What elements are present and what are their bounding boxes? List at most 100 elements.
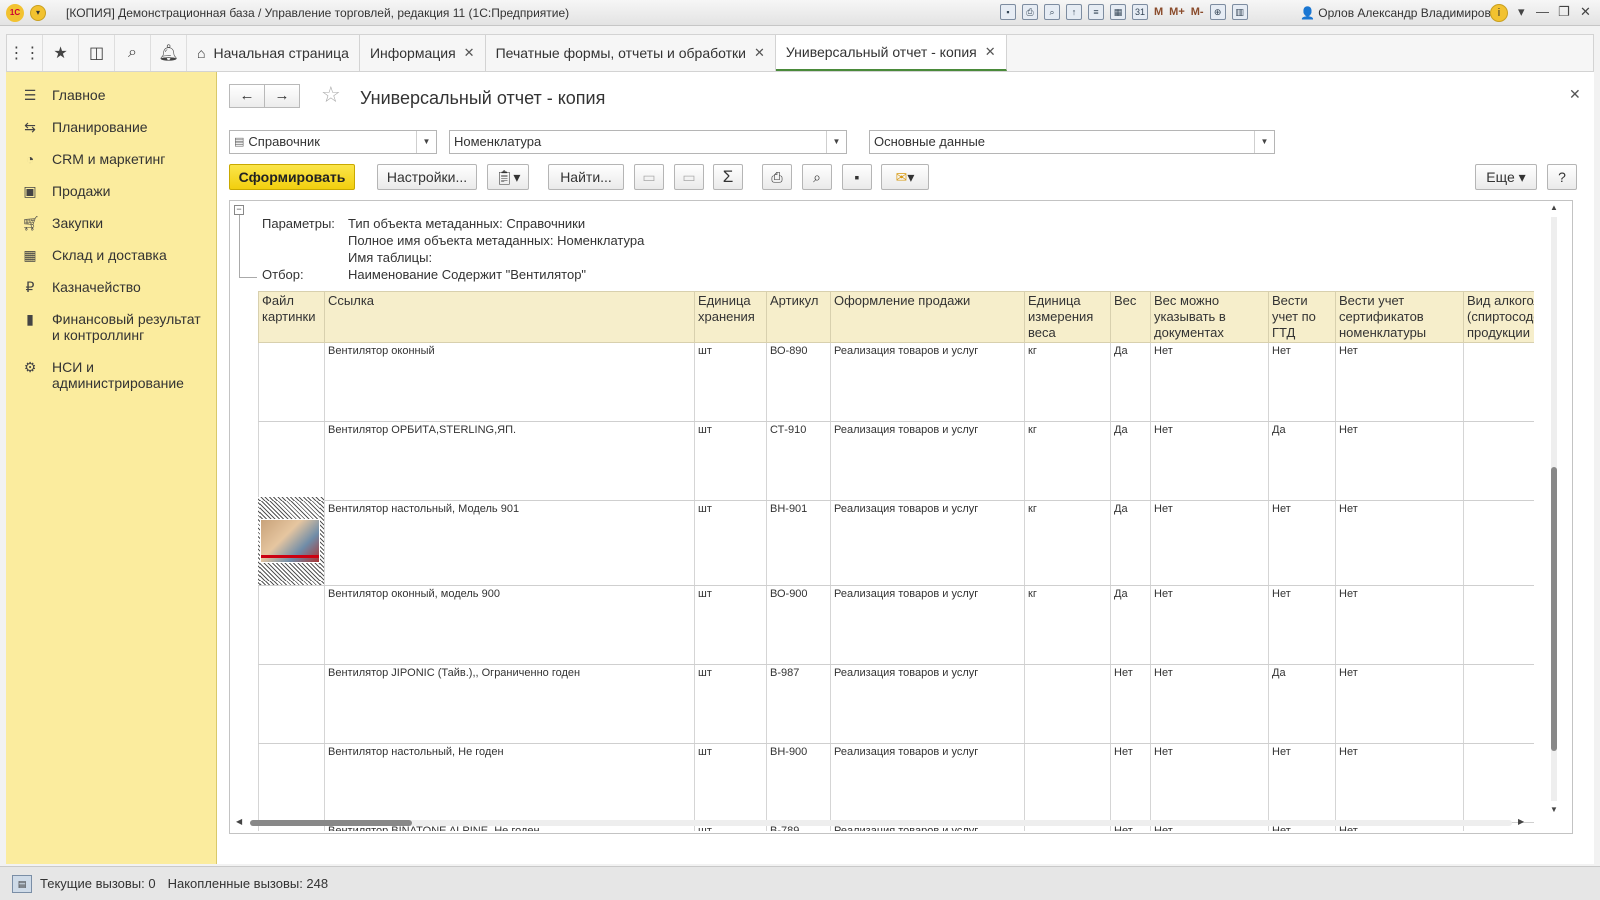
current-user[interactable]: 👤 Орлов Александр Владимирович [1300,6,1504,20]
cert-cell[interactable]: Нет [1335,342,1464,422]
sidebar-item-planning[interactable]: ⇆ Планирование [6,112,216,142]
weight-unit-cell[interactable] [1024,664,1111,744]
scroll-thumb[interactable] [250,820,412,826]
chevron-down-icon[interactable]: ▼ [1254,131,1274,153]
unit-cell[interactable]: шт [694,342,767,422]
expand-groups-icon[interactable]: ▭ [674,164,704,190]
print-icon[interactable]: ⎙ [762,164,792,190]
weight-unit-cell[interactable]: кг [1024,421,1111,501]
calculator-icon[interactable]: ▦ [1110,4,1126,20]
forward-button[interactable]: → [264,84,300,108]
weight-doc-cell[interactable]: Нет [1150,342,1269,422]
settings-button[interactable]: Настройки... [377,164,477,190]
weight-doc-cell[interactable]: Нет [1150,664,1269,744]
variants-button[interactable]: 📋︎▾ [487,164,529,190]
sidebar-item-sales[interactable]: ▣ Продажи [6,176,216,206]
notifications-bell-icon[interactable]: 🔔︎ [151,35,187,71]
maximize-button[interactable]: ❐ [1558,4,1570,20]
attach-icon[interactable]: ≡ [1088,4,1104,20]
collapse-toggle-icon[interactable]: − [234,205,244,215]
scroll-thumb[interactable] [1551,467,1557,751]
ref-cell[interactable]: Вентилятор настольный, Модель 901 [324,500,695,586]
image-cell[interactable] [258,342,325,422]
sidebar-item-finance[interactable]: ▮ Финансовый результат и контроллинг [6,304,216,350]
zoom-icon[interactable]: ⊕ [1209,4,1226,20]
alc-cell[interactable] [1463,743,1534,823]
weight-doc-cell[interactable]: Нет [1150,500,1269,586]
scroll-down-icon[interactable]: ▼ [1550,805,1558,814]
1c-logo-icon[interactable]: 1С [6,3,24,22]
ref-cell[interactable]: Вентилятор ОРБИТА,STERLING,ЯП. [324,421,695,501]
weight-unit-cell[interactable]: кг [1024,500,1111,586]
sku-cell[interactable]: ВН-901 [766,500,831,586]
weight-cell[interactable]: Да [1110,500,1151,586]
sale-cell[interactable]: Реализация товаров и услуг [830,664,1025,744]
ref-cell[interactable]: Вентилятор настольный, Не годен [324,743,695,823]
image-cell[interactable] [258,743,325,823]
chevron-down-icon[interactable]: ▼ [416,131,436,153]
sidebar-item-main[interactable]: ☰ Главное [6,80,216,110]
gtd-cell[interactable]: Да [1268,664,1336,744]
object-name-select[interactable]: Номенклатура ▼ [449,130,847,154]
send-email-button[interactable]: ✉▾ [881,164,929,190]
tab-info[interactable]: Информация ✕ [360,35,486,71]
print-icon[interactable]: ⎙ [1022,4,1038,20]
vertical-scrollbar[interactable]: ▲ ▼ [1548,203,1558,815]
back-button[interactable]: ← [229,84,265,108]
close-form-icon[interactable]: ✕ [1569,86,1581,103]
apps-grid-icon[interactable]: ⋮⋮ [7,35,43,71]
generate-button[interactable]: Сформировать [229,164,355,190]
sidebar-item-treasury[interactable]: ₽ Казначейство [6,272,216,302]
ref-cell[interactable]: Вентилятор оконный, модель 900 [324,585,695,665]
cert-cell[interactable]: Нет [1335,743,1464,823]
unit-cell[interactable]: шт [694,421,767,501]
favorite-star-icon[interactable]: ☆ [321,82,341,108]
unit-cell[interactable]: шт [694,743,767,823]
preview-icon[interactable]: ⌕ [802,164,832,190]
more-button[interactable]: Еще ▾ [1475,164,1537,190]
gtd-cell[interactable]: Нет [1268,342,1336,422]
weight-cell[interactable]: Да [1110,342,1151,422]
close-window-button[interactable]: ✕ [1580,4,1591,20]
sku-cell[interactable]: ВО-900 [766,585,831,665]
sku-cell[interactable]: ВО-890 [766,342,831,422]
dropdown-icon[interactable]: ▾ [1518,4,1525,20]
tab-universal-report[interactable]: Универсальный отчет - копия ✕ [775,35,1007,71]
search-icon[interactable]: ⌕ [115,35,151,71]
close-tab-icon[interactable]: ✕ [464,45,475,61]
preview-icon[interactable]: ⌕ [1044,4,1060,20]
gtd-cell[interactable]: Нет [1268,743,1336,823]
image-cell[interactable] [258,497,325,586]
collapse-groups-icon[interactable]: ▭ [634,164,664,190]
upload-icon[interactable]: ↑ [1066,4,1082,20]
sale-cell[interactable]: Реализация товаров и услуг [830,585,1025,665]
sum-icon[interactable]: Σ [713,164,743,190]
sale-cell[interactable]: Реализация товаров и услуг [830,342,1025,422]
chevron-down-icon[interactable]: ▼ [826,131,846,153]
object-type-select[interactable]: ▤ Справочник ▼ [229,130,437,154]
alc-cell[interactable] [1463,585,1534,665]
cert-cell[interactable]: Нет [1335,500,1464,586]
server-calls-icon[interactable]: ▤ [12,874,32,893]
weight-doc-cell[interactable]: Нет [1150,585,1269,665]
alc-cell[interactable] [1463,500,1534,586]
sku-cell[interactable]: ВН-900 [766,743,831,823]
scroll-left-icon[interactable]: ◀ [236,817,242,826]
horizontal-scrollbar[interactable]: ◀ ▶ [236,817,1536,829]
gtd-cell[interactable]: Нет [1268,585,1336,665]
gtd-cell[interactable]: Нет [1268,500,1336,586]
sale-cell[interactable]: Реализация товаров и услуг [830,743,1025,823]
cert-cell[interactable]: Нет [1335,664,1464,744]
memory-plus-button[interactable]: M+ [1169,6,1185,18]
sidebar-item-warehouse[interactable]: ▦ Склад и доставка [6,240,216,270]
close-tab-icon[interactable]: ✕ [754,45,765,61]
weight-cell[interactable]: Нет [1110,743,1151,823]
save-icon[interactable]: ▪ [842,164,872,190]
history-icon[interactable]: ◫ [79,35,115,71]
weight-cell[interactable]: Да [1110,585,1151,665]
ref-cell[interactable]: Вентилятор JIPONIC (Тайв.),, Ограниченно… [324,664,695,744]
sidebar-item-crm[interactable]: ◔ CRM и маркетинг [6,144,216,174]
tab-print-forms[interactable]: Печатные формы, отчеты и обработки ✕ [486,35,776,71]
weight-doc-cell[interactable]: Нет [1150,743,1269,823]
unit-cell[interactable]: шт [694,664,767,744]
